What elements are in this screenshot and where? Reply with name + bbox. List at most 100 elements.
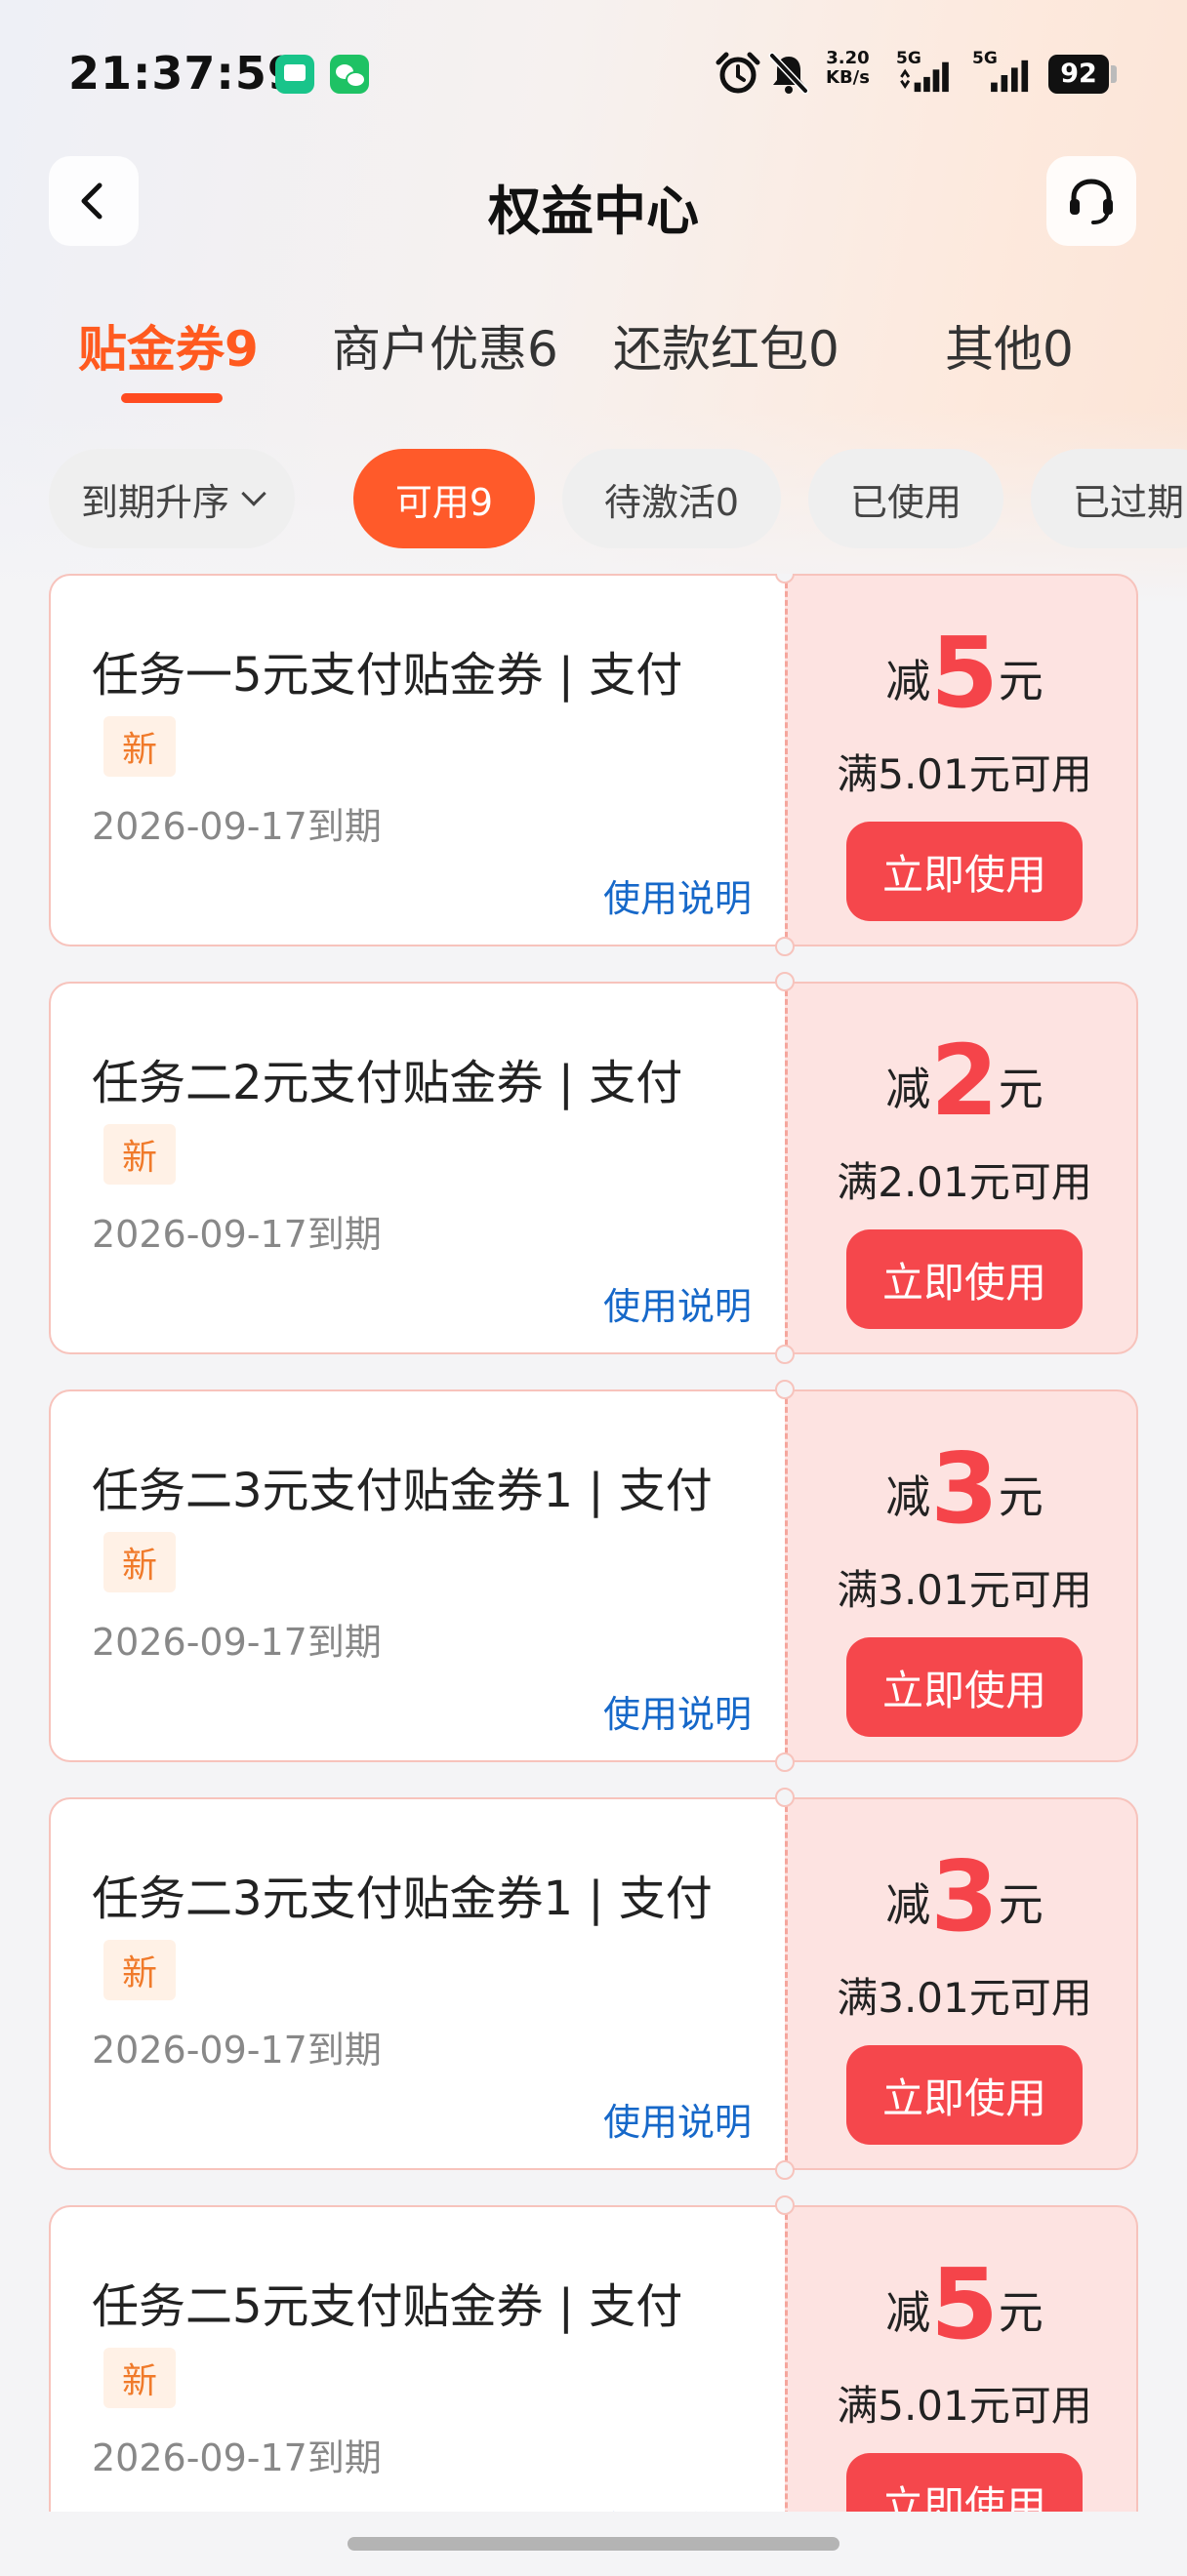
filter-expired[interactable]: 已过期 (1031, 449, 1187, 548)
coupon-amount: 减5元 (788, 624, 1138, 722)
battery-tip (1111, 65, 1117, 83)
coupon-value: 减3元 满3.01元可用 立即使用 (785, 1797, 1138, 2170)
sort-dropdown[interactable]: 到期升序 (49, 449, 295, 548)
coupon-title: 任务二2元支付贴金券 | 支付 (92, 1056, 683, 1110)
active-tab-indicator (121, 393, 223, 403)
amount-unit: 元 (998, 1878, 1044, 1931)
usage-instructions-link[interactable]: 使用说明 (603, 1684, 752, 1738)
amount-number: 3 (930, 1431, 999, 1546)
coupon-amount: 减2元 (788, 1032, 1138, 1130)
coupon-amount: 减3元 (788, 1440, 1138, 1538)
tab-merchant-offers[interactable]: 商户优惠6 (332, 310, 558, 381)
usage-instructions-link[interactable]: 使用说明 (603, 2092, 752, 2146)
filter-used[interactable]: 已使用 (808, 449, 1003, 548)
coupon-threshold: 满3.01元可用 (837, 1566, 1092, 1614)
tab-cash-coupon[interactable]: 贴金券9 (78, 310, 259, 381)
use-now-button[interactable]: 立即使用 (846, 2045, 1083, 2145)
coupon-expiry: 2026-09-17到期 (92, 805, 382, 848)
coupon-notch (775, 1380, 795, 1399)
mute-icon (768, 52, 809, 95)
amount-prefix: 减 (885, 655, 931, 707)
sort-label: 到期升序 (80, 480, 229, 524)
signal-icon (900, 61, 949, 93)
messages-app-icon (275, 55, 314, 94)
amount-prefix: 减 (885, 1878, 931, 1931)
amount-number: 3 (930, 1839, 999, 1953)
coupon-threshold: 满5.01元可用 (837, 750, 1092, 798)
wechat-icon (330, 55, 369, 94)
new-badge: 新 (103, 2348, 176, 2408)
amount-unit: 元 (998, 655, 1044, 707)
coupon-title: 任务一5元支付贴金券 | 支付 (92, 648, 683, 703)
amount-number: 5 (930, 2247, 999, 2361)
coupon-amount: 减5元 (788, 2256, 1138, 2354)
coupon-expiry: 2026-09-17到期 (92, 1621, 382, 1664)
use-now-button[interactable]: 立即使用 (846, 2453, 1083, 2512)
coupon-info: 任务一5元支付贴金券 | 支付 新 2026-09-17到期 使用说明 (49, 574, 785, 946)
coupon-notch (775, 1788, 795, 1807)
use-now-button[interactable]: 立即使用 (846, 822, 1083, 921)
new-badge: 新 (103, 1940, 176, 2000)
usage-instructions-link[interactable]: 使用说明 (603, 868, 752, 922)
coupon-list: 任务一5元支付贴金券 | 支付 新 2026-09-17到期 使用说明 减5元 … (49, 574, 1138, 2512)
filter-available[interactable]: 可用9 (353, 449, 535, 548)
use-now-button[interactable]: 立即使用 (846, 1637, 1083, 1737)
coupon-value: 减2元 满2.01元可用 立即使用 (785, 982, 1138, 1354)
chevron-down-icon (241, 481, 266, 506)
coupon-notch (775, 2195, 795, 2215)
filter-chips: 到期升序 可用9 待激活0 已使用 已过期 (0, 449, 1187, 550)
coupon-amount: 减3元 (788, 1848, 1138, 1946)
amount-unit: 元 (998, 1063, 1044, 1115)
page-title: 权益中心 (488, 181, 699, 242)
coupon-info: 任务二5元支付贴金券 | 支付 新 2026-09-17到期 使用说明 (49, 2205, 785, 2512)
coupon-notch (775, 1752, 795, 1772)
new-badge: 新 (103, 1532, 176, 1592)
coupon-title: 任务二5元支付贴金券 | 支付 (92, 2279, 683, 2334)
coupon-threshold: 满2.01元可用 (837, 1158, 1092, 1206)
alarm-icon (716, 52, 760, 94)
coupon-info: 任务二3元支付贴金券1 | 支付 新 2026-09-17到期 使用说明 (49, 1389, 785, 1762)
amount-number: 2 (930, 1024, 999, 1138)
coupon-value: 减5元 满5.01元可用 立即使用 (785, 574, 1138, 946)
coupon-card: 任务二5元支付贴金券 | 支付 新 2026-09-17到期 使用说明 减5元 … (49, 2195, 1138, 2512)
battery-icon: 92 (1048, 55, 1109, 94)
coupon-expiry: 2026-09-17到期 (92, 2436, 382, 2479)
network-speed-unit: KB/s (826, 67, 870, 88)
amount-unit: 元 (998, 2286, 1044, 2339)
tab-others[interactable]: 其他0 (945, 310, 1074, 381)
coupon-card: 任务一5元支付贴金券 | 支付 新 2026-09-17到期 使用说明 减5元 … (49, 574, 1138, 956)
amount-prefix: 减 (885, 2286, 931, 2339)
amount-number: 5 (930, 616, 999, 730)
network-speed-value: 3.20 (826, 48, 870, 68)
status-time: 21:37:59 (68, 47, 300, 100)
coupon-info: 任务二2元支付贴金券 | 支付 新 2026-09-17到期 使用说明 (49, 982, 785, 1354)
coupon-expiry: 2026-09-17到期 (92, 1213, 382, 1256)
signal-icon (991, 60, 1029, 93)
coupon-expiry: 2026-09-17到期 (92, 2029, 382, 2072)
coupon-title: 任务二3元支付贴金券1 | 支付 (92, 1464, 713, 1518)
new-badge: 新 (103, 716, 176, 777)
usage-instructions-link[interactable]: 使用说明 (603, 2500, 752, 2512)
coupon-threshold: 满3.01元可用 (837, 1974, 1092, 2022)
coupon-threshold: 满5.01元可用 (837, 2382, 1092, 2430)
use-now-button[interactable]: 立即使用 (846, 1229, 1083, 1329)
coupon-card: 任务二3元支付贴金券1 | 支付 新 2026-09-17到期 使用说明 减3元… (49, 1380, 1138, 1772)
coupon-value: 减5元 满5.01元可用 立即使用 (785, 2205, 1138, 2512)
coupon-notch (775, 937, 795, 956)
coupon-value: 减3元 满3.01元可用 立即使用 (785, 1389, 1138, 1762)
coupon-title: 任务二3元支付贴金券1 | 支付 (92, 1872, 713, 1926)
new-badge: 新 (103, 1124, 176, 1185)
coupon-card: 任务二2元支付贴金券 | 支付 新 2026-09-17到期 使用说明 减2元 … (49, 972, 1138, 1364)
network-speed: 3.20 KB/s (826, 49, 870, 88)
coupon-card: 任务二3元支付贴金券1 | 支付 新 2026-09-17到期 使用说明 减3元… (49, 1788, 1138, 2180)
coupon-notch (775, 972, 795, 991)
usage-instructions-link[interactable]: 使用说明 (603, 1276, 752, 1330)
filter-pending-activation[interactable]: 待激活0 (562, 449, 781, 548)
coupon-info: 任务二3元支付贴金券1 | 支付 新 2026-09-17到期 使用说明 (49, 1797, 785, 2170)
headset-icon (1070, 179, 1113, 224)
tab-repayment-red-packet[interactable]: 还款红包0 (613, 310, 839, 381)
status-bar: 21:37:59 3.20 KB/s 5G 5G 92 (0, 0, 1187, 146)
amount-prefix: 减 (885, 1063, 931, 1115)
home-indicator[interactable] (348, 2537, 839, 2551)
customer-service-button[interactable] (1046, 156, 1136, 246)
